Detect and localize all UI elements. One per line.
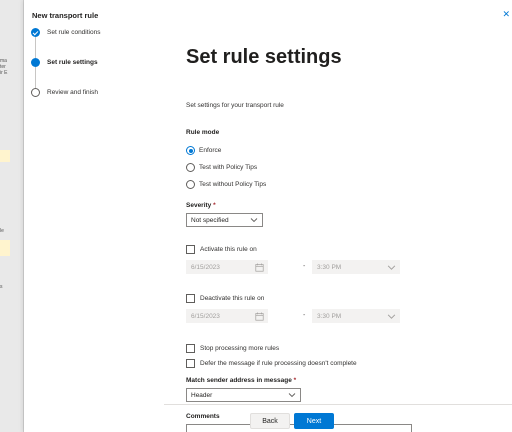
defer-message-checkbox[interactable]: Defer the message if rule processing doe… — [186, 359, 357, 368]
required-mark: * — [213, 202, 216, 209]
step-current-icon — [31, 58, 40, 67]
footer-divider — [164, 404, 512, 405]
chevron-down-icon — [387, 314, 396, 319]
checkbox-box — [186, 359, 195, 368]
calendar-icon — [255, 312, 264, 321]
page-subtext: Set settings for your transport rule — [186, 102, 284, 109]
date-value: 6/15/2023 — [191, 312, 220, 320]
step-label: Review and finish — [47, 89, 98, 96]
main-content: Set rule settings Set settings for your … — [186, 0, 512, 432]
rule-mode-label: Rule mode — [186, 129, 220, 136]
checkbox-box — [186, 245, 195, 254]
background-page: ma ter ir E le s — [0, 0, 24, 432]
radio-unselected-icon — [186, 163, 195, 172]
severity-label-text: Severity — [186, 202, 212, 209]
severity-value: Not specified — [191, 216, 229, 224]
transport-rule-panel: Set rule conditions Set rule settings Re… — [24, 0, 512, 432]
radio-test-without-policy-tips[interactable]: Test without Policy Tips — [186, 180, 266, 189]
time-value: 3:30 PM — [317, 312, 342, 320]
step-connector — [35, 67, 36, 88]
step-complete-icon — [31, 28, 40, 37]
background-fragment: le — [0, 228, 4, 234]
stop-processing-checkbox[interactable]: Stop processing more rules — [186, 344, 279, 353]
range-dash: - — [303, 263, 306, 270]
background-fragment: s — [0, 284, 3, 290]
range-dash: - — [303, 312, 306, 319]
checkbox-box — [186, 344, 195, 353]
severity-label: Severity * — [186, 202, 216, 209]
background-highlight — [0, 150, 10, 162]
match-sender-label-text: Match sender address in message — [186, 377, 292, 384]
checkbox-label: Deactivate this rule on — [200, 295, 265, 302]
chevron-down-icon — [250, 218, 258, 223]
background-highlight — [0, 240, 10, 256]
checkbox-label: Activate this rule on — [200, 246, 257, 253]
time-value: 3:30 PM — [317, 263, 342, 271]
radio-test-with-policy-tips[interactable]: Test with Policy Tips — [186, 163, 257, 172]
chevron-down-icon — [387, 265, 396, 270]
checkbox-label: Defer the message if rule processing doe… — [200, 360, 357, 367]
radio-selected-icon — [186, 146, 195, 155]
checkbox-label: Stop processing more rules — [200, 345, 280, 352]
radio-label: Test without Policy Tips — [199, 181, 267, 188]
checkbox-box — [186, 294, 195, 303]
chevron-down-icon — [288, 393, 296, 398]
required-mark: * — [293, 377, 297, 384]
deactivate-rule-checkbox[interactable]: Deactivate this rule on — [186, 294, 264, 303]
step-review-and-finish[interactable]: Review and finish — [31, 88, 98, 97]
activate-date-field[interactable]: 6/15/2023 — [186, 260, 268, 274]
next-button[interactable]: Next — [294, 413, 334, 429]
page-title: Set rule settings — [186, 46, 342, 68]
match-sender-dropdown[interactable]: Header — [186, 388, 301, 402]
radio-label: Test with Policy Tips — [199, 164, 258, 171]
step-connector — [35, 37, 36, 58]
match-sender-value: Header — [191, 391, 213, 399]
radio-unselected-icon — [186, 180, 195, 189]
back-button[interactable]: Back — [250, 413, 290, 429]
date-value: 6/15/2023 — [191, 263, 220, 271]
panel-title: New transport rule — [32, 11, 99, 20]
step-label: Set rule settings — [47, 59, 98, 66]
radio-enforce[interactable]: Enforce — [186, 146, 221, 155]
comments-label: Comments — [186, 413, 220, 420]
background-fragment: ir E — [0, 70, 8, 76]
step-pending-icon — [31, 88, 40, 97]
radio-label: Enforce — [199, 147, 222, 154]
deactivate-date-field[interactable]: 6/15/2023 — [186, 309, 268, 323]
step-label: Set rule conditions — [47, 29, 101, 36]
match-sender-label: Match sender address in message * — [186, 377, 296, 384]
wizard-steps: Set rule conditions Set rule settings Re… — [24, 0, 164, 432]
calendar-icon — [255, 263, 264, 272]
deactivate-time-field[interactable]: 3:30 PM — [312, 309, 400, 323]
activate-rule-checkbox[interactable]: Activate this rule on — [186, 245, 257, 254]
step-set-rule-settings[interactable]: Set rule settings — [31, 58, 98, 67]
severity-dropdown[interactable]: Not specified — [186, 213, 263, 227]
activate-time-field[interactable]: 3:30 PM — [312, 260, 400, 274]
step-set-rule-conditions[interactable]: Set rule conditions — [31, 28, 100, 37]
